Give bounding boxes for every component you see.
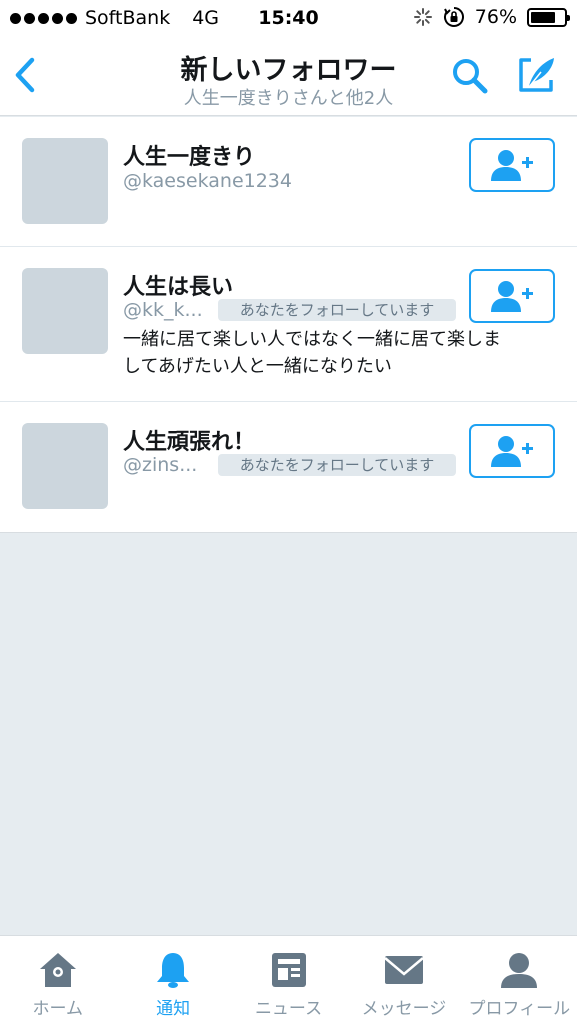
battery-percentage: 76% — [474, 6, 517, 28]
follows-you-badge: あなたをフォローしています — [218, 299, 456, 321]
compose-icon[interactable] — [515, 54, 557, 96]
follower-row[interactable]: 人生は長い @kk_k... あなたをフォローしています 一緒に居て楽しい人では… — [0, 247, 577, 402]
message-icon — [384, 956, 424, 984]
page-title: 新しいフォロワー — [180, 55, 397, 86]
user-name: 人生一度きり — [123, 145, 256, 170]
follow-button[interactable] — [469, 269, 555, 323]
user-name: 人生頑張れ！ — [123, 430, 256, 455]
news-icon — [271, 953, 306, 987]
follow-button[interactable] — [469, 424, 555, 478]
home-icon — [39, 953, 76, 987]
follow-button[interactable] — [469, 138, 555, 192]
tab-label: ホーム — [32, 999, 83, 1019]
search-icon[interactable] — [450, 56, 490, 96]
follows-you-badge: あなたをフォローしています — [218, 454, 456, 476]
user-handle: @zins... — [123, 454, 198, 476]
tab-profile[interactable]: プロフィール — [462, 936, 577, 1024]
user-handle: @kk_k... — [123, 299, 203, 321]
user-bio-line: 一緒に居て楽しい人ではなく一緒に居て楽しま — [123, 329, 501, 350]
follower-row[interactable]: 人生一度きり @kaesekane1234 — [0, 117, 577, 247]
tab-bar: ホーム 通知 ニュース メッセージ プロフィール — [0, 935, 577, 1024]
activity-spinner-icon — [413, 8, 432, 26]
tab-label: プロフィール — [468, 999, 571, 1019]
user-name: 人生は長い — [123, 275, 234, 300]
avatar[interactable] — [22, 268, 108, 354]
add-user-icon — [491, 436, 533, 467]
add-user-icon — [491, 281, 533, 312]
tab-label: メッセージ — [361, 999, 447, 1019]
user-bio-line: してあげたい人と一緒になりたい — [123, 356, 392, 377]
page-subtitle: 人生一度きりさんと他2人 — [183, 88, 394, 109]
tab-label: 通知 — [156, 999, 191, 1019]
avatar[interactable] — [22, 138, 108, 224]
battery-icon — [527, 7, 570, 27]
user-handle: @kaesekane1234 — [123, 170, 292, 192]
user-bio: 一緒に居て楽しい人ではなく一緒に居て楽しま してあげたい人と一緒になりたい — [123, 326, 563, 380]
orientation-lock-icon — [443, 7, 464, 27]
tab-home[interactable]: ホーム — [0, 936, 115, 1024]
follower-list: 人生一度きり @kaesekane1234 人生は長い @kk_k... あなた… — [0, 117, 577, 533]
add-user-icon — [491, 150, 533, 181]
avatar[interactable] — [22, 423, 108, 509]
tab-notifications[interactable]: 通知 — [115, 936, 230, 1024]
follower-row[interactable]: 人生頑張れ！ @zins... あなたをフォローしています — [0, 402, 577, 533]
status-bar: SoftBank 4G 15:40 76% — [0, 0, 577, 38]
bell-icon — [157, 953, 190, 988]
tab-messages[interactable]: メッセージ — [346, 936, 461, 1024]
navigation-bar: 新しいフォロワー 人生一度きりさんと他2人 — [0, 38, 577, 116]
tab-news[interactable]: ニュース — [231, 936, 346, 1024]
profile-icon — [501, 953, 538, 988]
tab-label: ニュース — [254, 999, 323, 1019]
